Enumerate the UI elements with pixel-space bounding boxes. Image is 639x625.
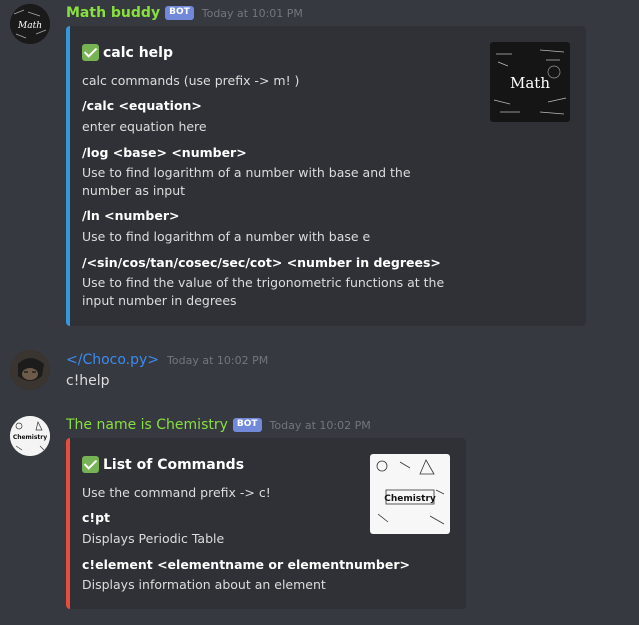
embed-title: calc help [82, 44, 173, 61]
math-avatar-image: Math [10, 4, 50, 44]
field-name-ln: /ln <number> [82, 208, 180, 223]
math-thumbnail[interactable]: Math [490, 42, 570, 122]
timestamp: Today at 10:01 PM [201, 6, 303, 20]
math-thumbnail-label: Math [510, 74, 550, 92]
embed-calc-help: calc help calc commands (use prefix -> m… [66, 26, 586, 326]
field-value-calc: enter equation here [82, 119, 207, 134]
svg-text:Math: Math [17, 21, 42, 31]
embed-title: List of Commands [82, 456, 244, 473]
username[interactable]: The name is Chemistry [66, 417, 228, 433]
timestamp: Today at 10:02 PM [269, 418, 371, 432]
bot-badge: BOT [232, 418, 262, 432]
message-choco: </Choco.py> Today at 10:02 PM c!help [0, 345, 639, 395]
check-mark-icon [82, 456, 99, 473]
bot-badge: BOT [165, 6, 194, 20]
math-buddy-avatar[interactable]: Math [10, 4, 50, 44]
check-mark-icon [82, 44, 99, 61]
field-value-element: Displays information about an element [82, 577, 326, 592]
chemistry-avatar[interactable]: Chemistry [10, 416, 50, 456]
embed-title-text: calc help [103, 44, 173, 61]
embed-title-text: List of Commands [103, 456, 245, 473]
choco-avatar[interactable] [10, 350, 50, 390]
choco-avatar-image [10, 350, 50, 390]
field-value-ln: Use to find logarithm of a number with b… [82, 229, 371, 244]
field-value-log: Use to find logarithm of a number with b… [82, 165, 411, 198]
field-name-calc: /calc <equation> [82, 98, 202, 113]
message-chemistry: Chemistry The name is Chemistry BOT Toda… [0, 408, 639, 618]
chemistry-thumbnail[interactable]: Chemistry [370, 454, 450, 534]
field-name-trig: /<sin/cos/tan/cosec/sec/cot> <number in … [82, 255, 441, 270]
embed-description: calc commands (use prefix -> m! ) [82, 73, 300, 88]
username[interactable]: Math buddy [66, 5, 160, 21]
field-value-trig: Use to find the value of the trigonometr… [82, 275, 445, 308]
message-content: c!help [66, 373, 110, 389]
chemistry-thumbnail-label: Chemistry [384, 494, 436, 504]
message-math-buddy: Math Math buddy BOT Today at 10:01 PM ca… [0, 0, 639, 330]
username[interactable]: </Choco.py> [66, 352, 159, 368]
field-name-log: /log <base> <number> [82, 145, 247, 160]
chemistry-avatar-image: Chemistry [10, 416, 50, 456]
math-thumbnail-image: Math [490, 42, 570, 122]
svg-text:Chemistry: Chemistry [13, 434, 47, 441]
embed-list-of-commands: List of Commands Use the command prefix … [66, 438, 466, 609]
field-name-element: c!element <elementname or elementnumber> [82, 557, 410, 572]
field-name-pt: c!pt [82, 510, 111, 525]
chemistry-thumbnail-image: Chemistry [370, 454, 450, 534]
timestamp: Today at 10:02 PM [167, 353, 269, 367]
